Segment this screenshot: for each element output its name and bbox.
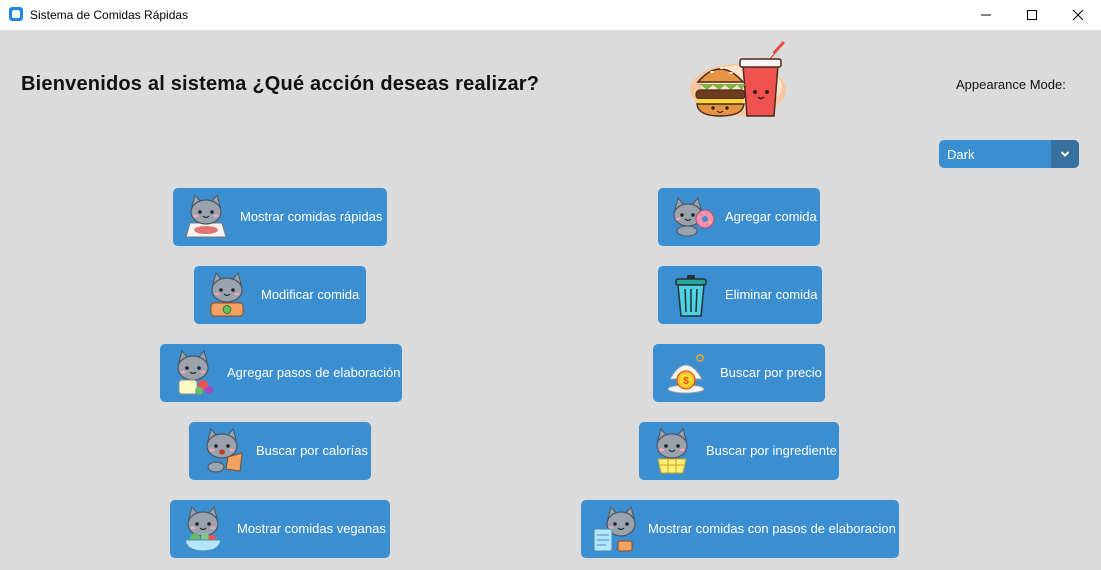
cat-basket-icon (656, 427, 688, 474)
modificar-comida-button[interactable]: Modificar comida (194, 266, 366, 324)
cat-camera-icon (210, 271, 244, 317)
window-title: Sistema de Comidas Rápidas (30, 8, 189, 22)
mostrar-comidas-con-pasos-button[interactable]: Mostrar comidas con pasos de elaboracion (581, 500, 899, 558)
app-icon (9, 7, 23, 21)
page-headline: Bienvenidos al sistema ¿Qué acción desea… (21, 73, 540, 95)
cat-snack-icon (206, 427, 243, 473)
minimize-button[interactable] (963, 0, 1009, 30)
cat-recipe-icon (593, 505, 636, 552)
close-button[interactable] (1055, 0, 1101, 30)
trash-can-icon (675, 275, 707, 317)
buscar-por-precio-button[interactable]: $ Buscar por precio (653, 344, 825, 402)
window-titlebar: Sistema de Comidas Rápidas (0, 0, 1101, 30)
cat-salad-icon (184, 505, 222, 552)
buscar-por-calorias-button[interactable]: Buscar por calorías (189, 422, 371, 480)
cat-flowers-icon (177, 349, 213, 395)
cat-pizza-icon (185, 193, 227, 238)
agregar-pasos-elaboracion-label: Agregar pasos de elaboración (227, 365, 401, 380)
minimize-icon (981, 14, 991, 16)
eliminar-comida-label: Eliminar comida (725, 287, 818, 302)
svg-text:$: $ (683, 376, 689, 387)
mostrar-comidas-con-pasos-label: Mostrar comidas con pasos de elaboracion (648, 521, 896, 536)
appearance-mode-value: Dark (947, 147, 975, 162)
buscar-por-precio-label: Buscar por precio (720, 365, 822, 380)
agregar-comida-button[interactable]: Agregar comida (658, 188, 820, 246)
appearance-mode-dropdown[interactable]: Dark (939, 140, 1079, 168)
main-content: Bienvenidos al sistema ¿Qué acción desea… (0, 30, 1101, 570)
agregar-pasos-elaboracion-button[interactable]: Agregar pasos de elaboración (160, 344, 402, 402)
maximize-button[interactable] (1009, 0, 1055, 30)
burger-and-soda-logo (690, 41, 786, 117)
buscar-por-calorias-label: Buscar por calorías (256, 443, 368, 458)
modificar-comida-label: Modificar comida (261, 287, 360, 302)
mostrar-comidas-rapidas-button[interactable]: Mostrar comidas rápidas (173, 188, 387, 246)
mostrar-comidas-veganas-button[interactable]: Mostrar comidas veganas (170, 500, 390, 558)
mostrar-comidas-veganas-label: Mostrar comidas veganas (237, 521, 386, 536)
maximize-icon (1027, 10, 1037, 20)
agregar-comida-label: Agregar comida (725, 209, 817, 224)
cat-donut-icon (673, 196, 715, 237)
mostrar-comidas-rapidas-label: Mostrar comidas rápidas (240, 209, 383, 224)
buscar-por-ingrediente-button[interactable]: Buscar por ingrediente (639, 422, 839, 480)
appearance-mode-label: Appearance Mode: (956, 77, 1066, 92)
coin-icon: $ (667, 354, 705, 394)
buscar-por-ingrediente-label: Buscar por ingrediente (706, 443, 837, 458)
chevron-down-icon[interactable] (1051, 140, 1079, 168)
close-icon (1072, 9, 1084, 21)
eliminar-comida-button[interactable]: Eliminar comida (658, 266, 822, 324)
